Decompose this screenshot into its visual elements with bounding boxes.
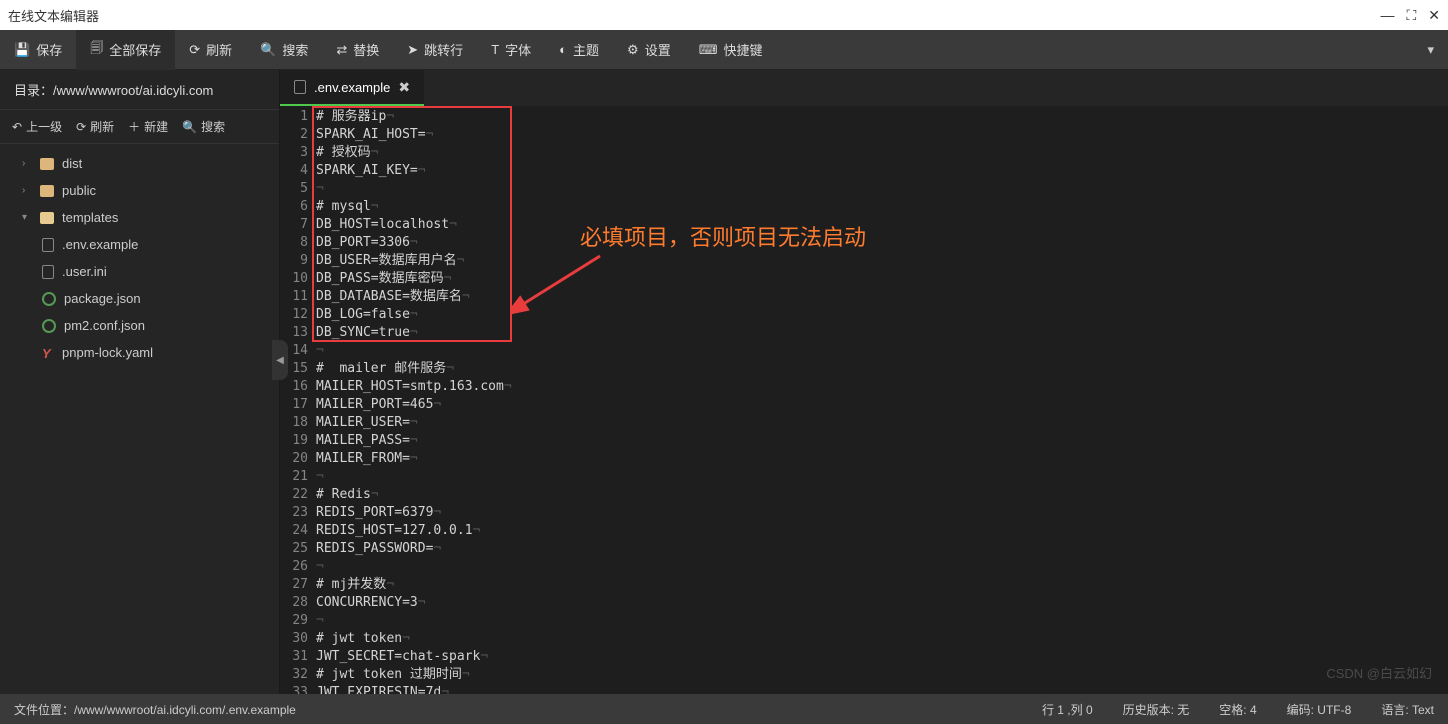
plus-icon: ＋ [128,118,140,135]
settings-button[interactable]: ⚙设置 [613,30,685,70]
toolbar: 💾保存 🗐全部保存 ⟳刷新 🔍搜索 ⇄替换 ➤跳转行 T字体 ◐主题 ⚙设置 ⌨… [0,30,1448,70]
tree-item-label: pnpm-lock.yaml [62,345,153,360]
status-lang[interactable]: 语言: Text [1381,701,1434,718]
watermark: CSDN @白云如幻 [1326,663,1432,682]
chevron-right-icon: ▾ [22,212,32,223]
file-item[interactable]: package.json [0,285,279,312]
folder-icon [40,212,54,224]
keyboard-icon: ⌨ [699,42,718,58]
goto-button[interactable]: ➤跳转行 [393,30,477,70]
status-cursor: 行 1 ,列 0 [1042,701,1093,718]
sidebar: 目录：/www/wwwroot/ai.idcyli.com ↶上一级 ⟳刷新 ＋… [0,70,280,694]
json-icon [42,292,56,306]
file-tree: › dist › public ▾ templates .env.example .user.… [0,144,279,694]
folder-item[interactable]: ▾ templates [0,204,279,231]
folder-item[interactable]: › public [0,177,279,204]
search-button[interactable]: 🔍搜索 [246,30,322,70]
tree-item-label: pm2.conf.json [64,318,145,333]
maximize-icon[interactable]: ⛶ [1406,7,1416,24]
tree-item-label: .user.ini [62,264,107,279]
up-level-button[interactable]: ↶上一级 [12,118,62,135]
goto-icon: ➤ [407,42,418,58]
tree-item-label: public [62,183,96,198]
tree-item-label: .env.example [62,237,138,252]
sidebar-search-button[interactable]: 🔍搜索 [182,118,225,135]
save-all-icon: 🗐 [90,39,103,61]
file-item[interactable]: pm2.conf.json [0,312,279,339]
directory-path: 目录：/www/wwwroot/ai.idcyli.com [0,70,279,110]
theme-icon: ◐ [559,42,567,57]
line-gutter: 1234567891011121314151617181920212223242… [280,106,316,694]
arrow-icon [510,246,610,316]
save-all-button[interactable]: 🗐全部保存 [76,30,175,70]
file-icon [294,80,306,94]
arrow-left-icon: ↶ [12,120,22,134]
statusbar: 文件位置：/www/wwwroot/ai.idcyli.com/.env.exa… [0,694,1448,724]
close-icon[interactable]: ✕ [1428,7,1440,24]
status-history[interactable]: 历史版本: 无 [1123,701,1190,718]
window-title: 在线文本编辑器 [8,6,99,25]
folder-icon [40,185,54,197]
file-icon [42,238,54,252]
tree-item-label: dist [62,156,82,171]
status-spaces[interactable]: 空格: 4 [1219,701,1256,718]
tree-item-label: templates [62,210,118,225]
chevron-right-icon: › [22,185,32,196]
folder-item[interactable]: › dist [0,150,279,177]
save-button[interactable]: 💾保存 [0,30,76,70]
search-icon: 🔍 [182,120,197,134]
font-icon: T [491,42,499,57]
titlebar: 在线文本编辑器 — ⛶ ✕ [0,0,1448,30]
yaml-icon: Y [42,346,54,360]
tab-env-example[interactable]: .env.example ✖ [280,70,424,106]
code-content[interactable]: # 服务器ip¬SPARK_AI_HOST=¬# 授权码¬SPARK_AI_KE… [316,106,512,694]
file-icon [42,265,54,279]
folder-icon [40,158,54,170]
font-button[interactable]: T字体 [477,30,545,70]
file-item[interactable]: .env.example [0,231,279,258]
status-encoding[interactable]: 编码: UTF-8 [1287,701,1352,718]
replace-icon: ⇄ [336,42,347,58]
editor-tabs: .env.example ✖ [280,70,1448,106]
search-icon: 🔍 [260,42,276,58]
save-icon: 💾 [14,42,30,58]
minimize-icon[interactable]: — [1380,7,1394,24]
annotation-text: 必填项目，否则项目无法启动 [580,220,866,252]
refresh-button[interactable]: ⟳刷新 [175,30,246,70]
tree-item-label: package.json [64,291,141,306]
close-tab-icon[interactable]: ✖ [398,79,410,96]
collapse-sidebar-button[interactable]: ◀ [272,340,288,380]
refresh-icon: ⟳ [76,120,86,134]
file-item[interactable]: Ypnpm-lock.yaml [0,339,279,366]
sidebar-refresh-button[interactable]: ⟳刷新 [76,118,114,135]
replace-button[interactable]: ⇄替换 [322,30,393,70]
theme-button[interactable]: ◐主题 [545,30,613,70]
new-button[interactable]: ＋新建 [128,118,168,135]
chevron-right-icon: › [22,158,32,169]
json-icon [42,319,56,333]
expand-toolbar-button[interactable]: ▾ [1413,42,1448,58]
refresh-icon: ⟳ [189,42,200,58]
code-editor[interactable]: 1234567891011121314151617181920212223242… [280,106,1448,694]
shortcuts-button[interactable]: ⌨快捷键 [685,30,777,70]
gear-icon: ⚙ [627,42,639,58]
file-item[interactable]: .user.ini [0,258,279,285]
status-file-path: 文件位置：/www/wwwroot/ai.idcyli.com/.env.exa… [14,701,296,718]
